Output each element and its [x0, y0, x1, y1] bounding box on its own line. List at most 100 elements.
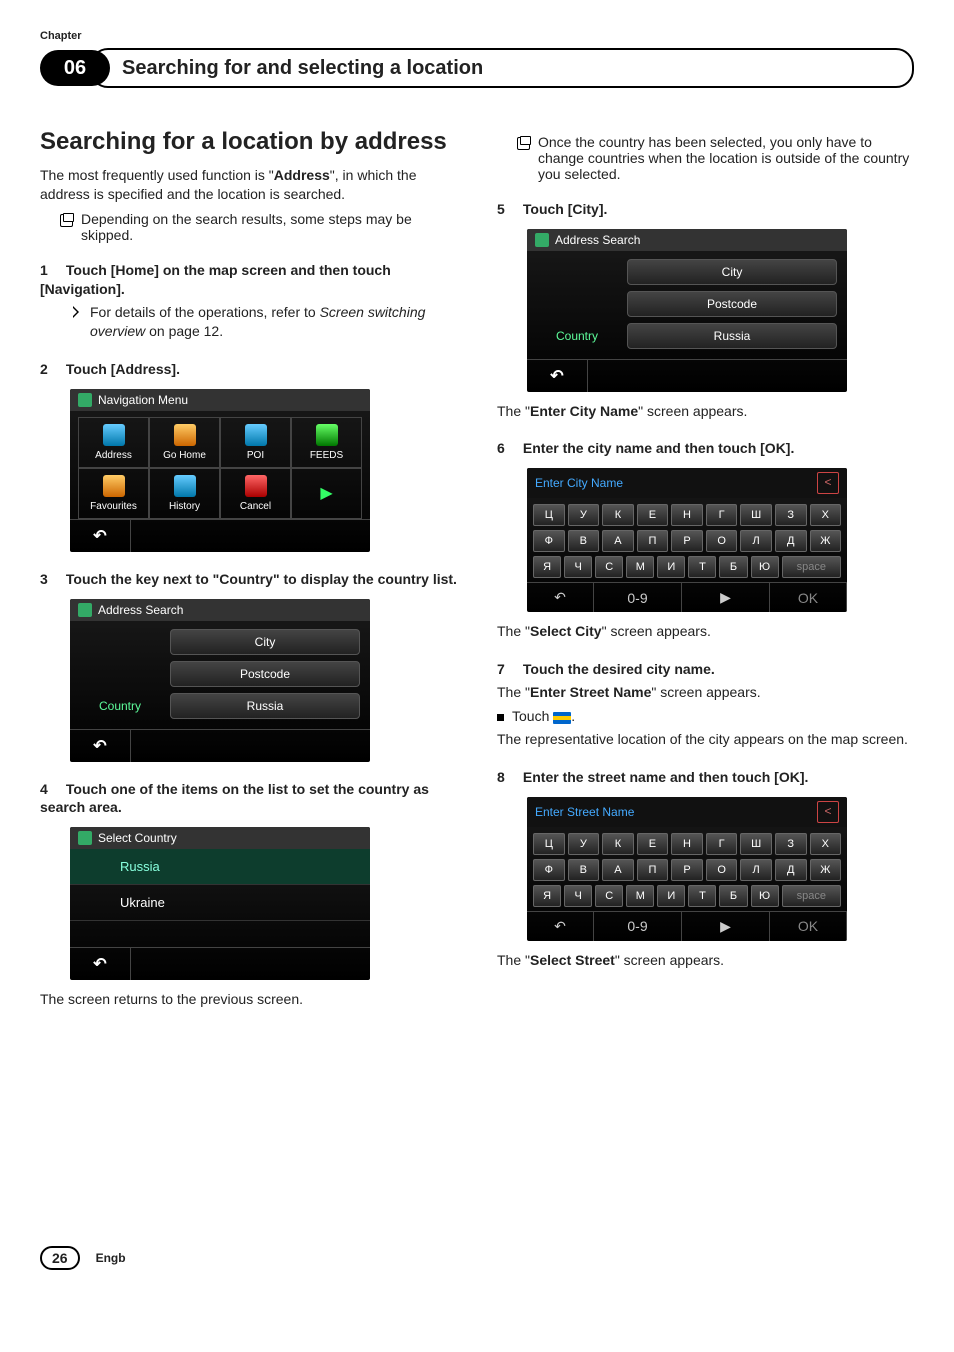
- postcode-button[interactable]: Postcode: [170, 661, 360, 687]
- back-button[interactable]: ↶: [70, 730, 131, 762]
- app-icon: [78, 603, 92, 617]
- screenshot-enter-street-name: Enter Street Name < Ц У К Е Н Г Ш З Х: [527, 797, 847, 941]
- key[interactable]: И: [657, 885, 685, 907]
- section-heading: Searching for a location by address: [40, 128, 457, 156]
- key[interactable]: Г: [706, 833, 738, 855]
- key[interactable]: А: [602, 859, 634, 881]
- nav-item-favourites[interactable]: Favourites: [78, 468, 149, 519]
- key[interactable]: У: [568, 833, 600, 855]
- country-button[interactable]: Russia: [627, 323, 837, 349]
- key[interactable]: Ц: [533, 833, 565, 855]
- key[interactable]: Ж: [810, 859, 842, 881]
- key[interactable]: Х: [810, 833, 842, 855]
- city-button[interactable]: City: [170, 629, 360, 655]
- country-row-ukraine[interactable]: Ukraine: [70, 885, 370, 921]
- nav-item-poi[interactable]: POI: [220, 417, 291, 468]
- key[interactable]: Я: [533, 556, 561, 578]
- key[interactable]: В: [568, 530, 600, 552]
- next-button[interactable]: ▶: [682, 912, 770, 941]
- key[interactable]: Я: [533, 885, 561, 907]
- back-button[interactable]: ↶: [70, 948, 131, 980]
- key[interactable]: Б: [719, 885, 747, 907]
- key[interactable]: О: [706, 530, 738, 552]
- key[interactable]: М: [626, 885, 654, 907]
- nav-item-cancel[interactable]: Cancel: [220, 468, 291, 519]
- key[interactable]: Е: [637, 833, 669, 855]
- key[interactable]: Ф: [533, 859, 565, 881]
- key[interactable]: Е: [637, 504, 669, 526]
- step-7: 7 Touch the desired city name.: [497, 660, 914, 679]
- note-icon: [60, 214, 73, 227]
- step-8-result: The "Select Street" screen appears.: [497, 951, 914, 971]
- key[interactable]: С: [595, 885, 623, 907]
- key[interactable]: К: [602, 833, 634, 855]
- key[interactable]: Т: [688, 556, 716, 578]
- key[interactable]: Ц: [533, 504, 565, 526]
- key[interactable]: Ж: [810, 530, 842, 552]
- keyboard-row-3: Я Ч С М И Т Б Ю space: [533, 556, 841, 578]
- key[interactable]: О: [706, 859, 738, 881]
- key[interactable]: Ф: [533, 530, 565, 552]
- key[interactable]: В: [568, 859, 600, 881]
- key[interactable]: П: [637, 859, 669, 881]
- key[interactable]: Н: [671, 833, 703, 855]
- country-row-russia[interactable]: Russia: [70, 849, 370, 885]
- key[interactable]: С: [595, 556, 623, 578]
- nav-item-history[interactable]: History: [149, 468, 220, 519]
- key[interactable]: Р: [671, 530, 703, 552]
- key[interactable]: Т: [688, 885, 716, 907]
- ok-button[interactable]: OK: [770, 583, 847, 612]
- key-space[interactable]: space: [782, 556, 841, 578]
- key[interactable]: Б: [719, 556, 747, 578]
- key[interactable]: З: [775, 504, 807, 526]
- ok-button[interactable]: OK: [770, 912, 847, 941]
- step-5: 5 Touch [City].: [497, 200, 914, 219]
- key[interactable]: У: [568, 504, 600, 526]
- step-7-after: The representative location of the city …: [497, 730, 914, 750]
- key[interactable]: М: [626, 556, 654, 578]
- screenshot-address-search-2: Address Search City Postcode CountryRuss…: [527, 229, 847, 392]
- key[interactable]: Ю: [751, 556, 779, 578]
- key[interactable]: Ш: [740, 504, 772, 526]
- chapter-header: 06 Searching for and selecting a locatio…: [40, 48, 914, 88]
- step-4-result: The screen returns to the previous scree…: [40, 990, 457, 1010]
- nav-item-feeds[interactable]: FEEDS: [291, 417, 362, 468]
- back-button[interactable]: ↶: [527, 912, 594, 941]
- back-button[interactable]: ↶: [527, 360, 588, 392]
- key[interactable]: Л: [740, 530, 772, 552]
- key[interactable]: А: [602, 530, 634, 552]
- key[interactable]: Р: [671, 859, 703, 881]
- nav-item-go-home[interactable]: Go Home: [149, 417, 220, 468]
- screenshot-titlebar: Navigation Menu: [70, 389, 370, 411]
- key[interactable]: З: [775, 833, 807, 855]
- city-button[interactable]: City: [627, 259, 837, 285]
- close-icon[interactable]: <: [817, 472, 839, 494]
- step-5-result: The "Enter City Name" screen appears.: [497, 402, 914, 422]
- key[interactable]: Ч: [564, 556, 592, 578]
- nav-item-address[interactable]: Address: [78, 417, 149, 468]
- key[interactable]: Ю: [751, 885, 779, 907]
- key[interactable]: Л: [740, 859, 772, 881]
- key[interactable]: К: [602, 504, 634, 526]
- key[interactable]: И: [657, 556, 685, 578]
- numeric-button[interactable]: 0-9: [594, 912, 682, 941]
- key[interactable]: Х: [810, 504, 842, 526]
- key[interactable]: Ч: [564, 885, 592, 907]
- key[interactable]: Г: [706, 504, 738, 526]
- country-button[interactable]: Russia: [170, 693, 360, 719]
- screenshot-address-search: Address Search City Postcode CountryRuss…: [70, 599, 370, 762]
- nav-item-next[interactable]: ▶: [291, 468, 362, 519]
- numeric-button[interactable]: 0-9: [594, 583, 682, 612]
- key[interactable]: Ш: [740, 833, 772, 855]
- next-button[interactable]: ▶: [682, 583, 770, 612]
- screenshot-titlebar: Address Search: [527, 229, 847, 251]
- postcode-button[interactable]: Postcode: [627, 291, 837, 317]
- key[interactable]: Д: [775, 859, 807, 881]
- back-button[interactable]: ↶: [527, 583, 594, 612]
- key[interactable]: Н: [671, 504, 703, 526]
- key-space[interactable]: space: [782, 885, 841, 907]
- back-button[interactable]: ↶: [70, 520, 131, 552]
- key[interactable]: П: [637, 530, 669, 552]
- close-icon[interactable]: <: [817, 801, 839, 823]
- key[interactable]: Д: [775, 530, 807, 552]
